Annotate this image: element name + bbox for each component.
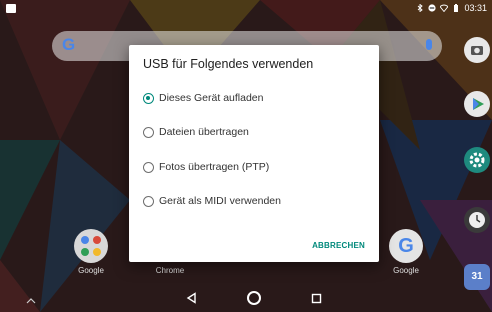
settings-icon[interactable] <box>464 147 490 173</box>
bluetooth-icon <box>418 4 424 12</box>
google-logo-icon: G <box>62 35 76 54</box>
radio-unselected-icon[interactable] <box>143 195 154 207</box>
app-google[interactable]: G Google <box>381 229 431 275</box>
option-transfer-photos[interactable]: Fotos übertragen (PTP) <box>143 159 269 175</box>
wifi-icon <box>440 4 449 12</box>
camera-icon[interactable] <box>464 37 490 63</box>
home-icon[interactable] <box>246 290 262 306</box>
calendar-day: 31 <box>471 271 483 282</box>
option-label: Gerät als MIDI verwenden <box>159 195 281 207</box>
app-label: Chrome <box>155 266 185 275</box>
clock-time: 03:31 <box>464 3 487 13</box>
radio-selected-icon[interactable] <box>143 92 154 104</box>
back-icon[interactable] <box>186 292 198 304</box>
app-google-folder[interactable]: Google <box>66 229 116 275</box>
dialog-title: USB für Folgendes verwenden <box>143 57 314 71</box>
cancel-button[interactable]: ABBRECHEN <box>312 241 365 250</box>
android-screen: 03:31 G Google Chrome G Google 31 USB fü… <box>0 0 492 312</box>
battery-icon <box>454 4 459 12</box>
app-label: Google <box>393 266 419 275</box>
mic-icon[interactable] <box>426 39 432 50</box>
image-notification-icon <box>6 4 16 13</box>
google-app-icon: G <box>389 229 423 263</box>
chevron-up-icon[interactable] <box>26 297 36 304</box>
status-icons: 03:31 <box>416 3 487 13</box>
app-label: Google <box>78 266 104 275</box>
do-not-disturb-icon <box>428 4 437 12</box>
google-folder-icon <box>74 229 108 263</box>
option-label: Dateien übertragen <box>159 126 249 138</box>
usb-options-dialog: USB für Folgendes verwenden Dieses Gerät… <box>129 45 379 262</box>
radio-unselected-icon[interactable] <box>143 126 154 138</box>
status-bar: 03:31 <box>0 0 492 18</box>
option-midi[interactable]: Gerät als MIDI verwenden <box>143 193 281 209</box>
option-transfer-files[interactable]: Dateien übertragen <box>143 124 249 140</box>
navigation-bar <box>0 288 492 312</box>
radio-unselected-icon[interactable] <box>143 161 154 173</box>
calendar-icon[interactable]: 31 <box>464 264 490 290</box>
google-g-glyph: G <box>398 234 414 257</box>
option-label: Fotos übertragen (PTP) <box>159 161 270 173</box>
recents-icon[interactable] <box>311 293 322 304</box>
clock-icon[interactable] <box>464 207 490 233</box>
option-label: Dieses Gerät aufladen <box>159 92 264 104</box>
play-store-icon[interactable] <box>464 91 490 117</box>
option-charge-device[interactable]: Dieses Gerät aufladen <box>143 90 263 106</box>
